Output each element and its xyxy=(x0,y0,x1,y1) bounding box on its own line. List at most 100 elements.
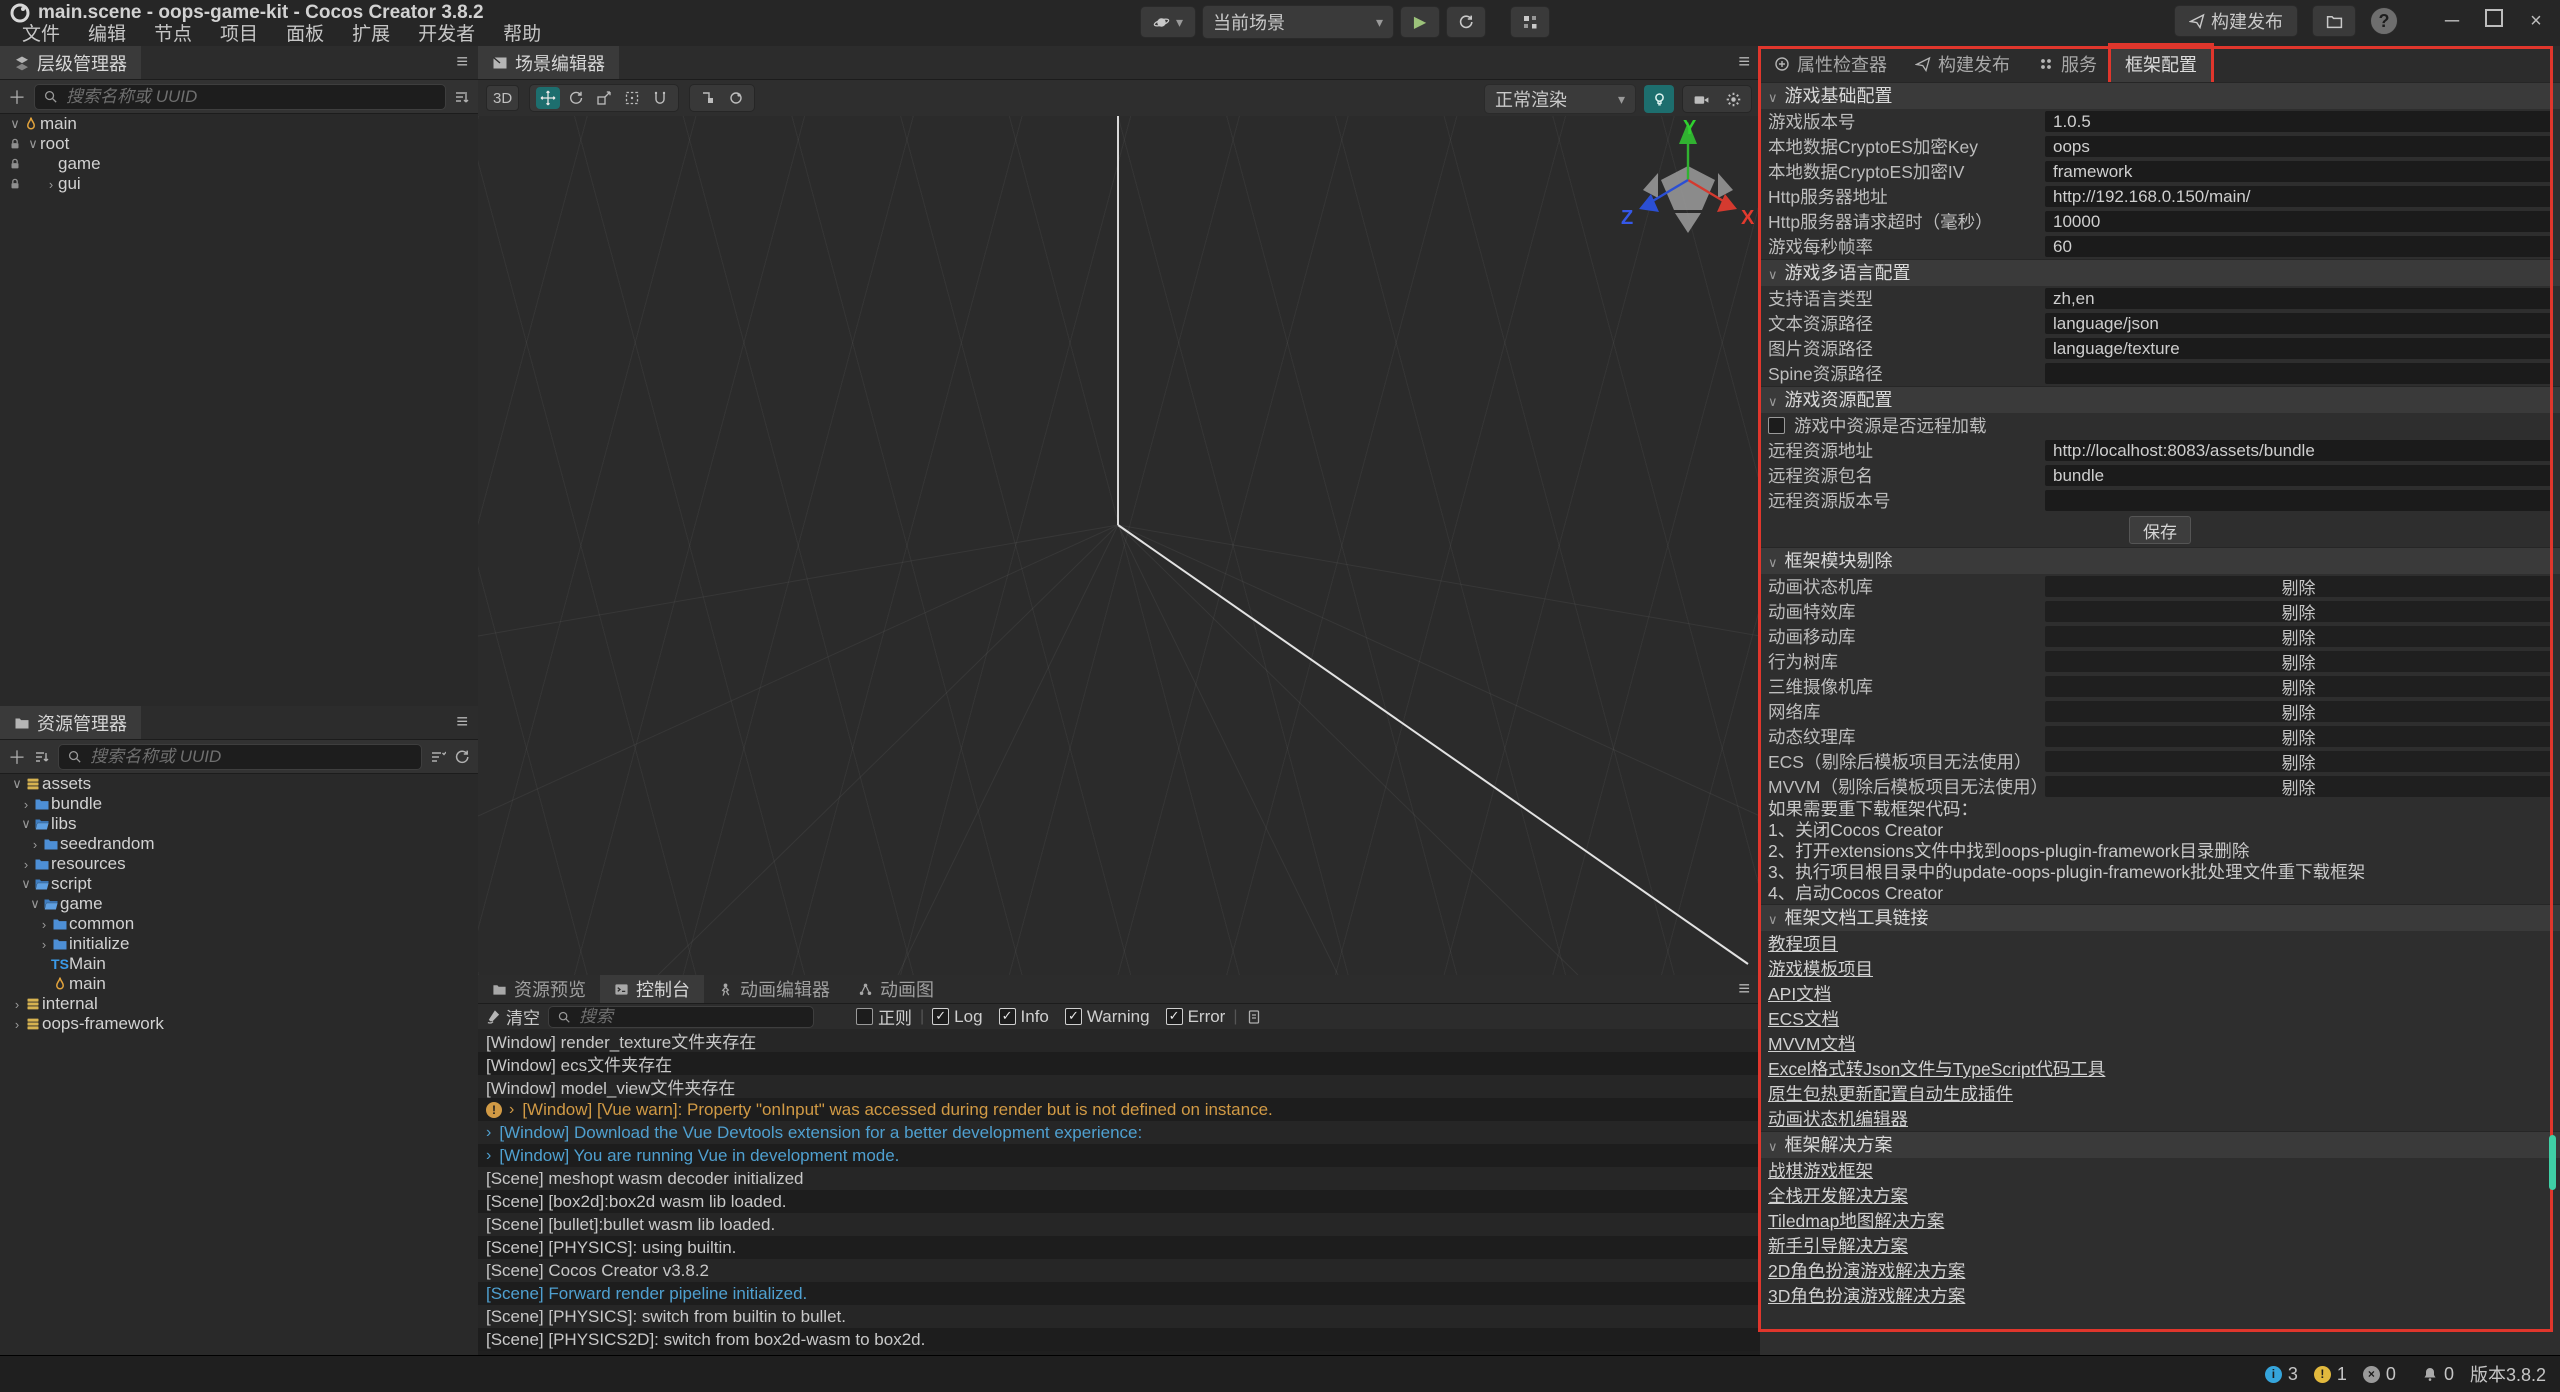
clear-console-button[interactable]: 清空 xyxy=(486,1004,540,1029)
log-filter-checkbox[interactable]: ✓Warning xyxy=(1065,1007,1150,1027)
tab-hierarchy[interactable]: 层级管理器 xyxy=(0,46,141,79)
section-header[interactable]: ∨框架模块剔除 xyxy=(1760,547,2560,574)
tree-node[interactable]: ›seedrandom xyxy=(0,834,478,854)
preview-target-button[interactable]: ▾ xyxy=(1140,6,1196,38)
doc-link[interactable]: MVVM文档 xyxy=(1760,1031,2560,1056)
move-tool-icon[interactable] xyxy=(536,87,560,109)
chevron-closed-icon[interactable]: › xyxy=(44,177,58,192)
tab-framework-config[interactable]: 框架配置 xyxy=(2111,46,2211,82)
chevron-open-icon[interactable]: ∨ xyxy=(19,816,33,832)
tree-node[interactable]: main xyxy=(0,974,478,994)
filter-icon[interactable] xyxy=(454,89,470,105)
field-input[interactable] xyxy=(2045,161,2552,182)
scene-select[interactable]: 当前场景 ▾ xyxy=(1202,5,1394,39)
error-count[interactable]: × 0 xyxy=(2363,1364,2396,1385)
field-input[interactable] xyxy=(2045,490,2552,511)
field-input[interactable] xyxy=(2045,338,2552,359)
remove-module-button[interactable]: 剔除 xyxy=(2045,651,2552,672)
log-row[interactable]: ›[Window] Download the Vue Devtools exte… xyxy=(478,1121,1760,1144)
expand-icon[interactable]: › xyxy=(509,1101,514,1119)
console-tab[interactable]: 动画图 xyxy=(844,975,948,1003)
doc-link[interactable]: 原生包热更新配置自动生成插件 xyxy=(1760,1081,2560,1106)
field-input[interactable] xyxy=(2045,111,2552,132)
doc-link[interactable]: Excel格式转Json文件与TypeScript代码工具 xyxy=(1760,1056,2560,1081)
doc-link[interactable]: 全栈开发解决方案 xyxy=(1760,1183,2560,1208)
doc-link[interactable]: API文档 xyxy=(1760,981,2560,1006)
console-tab[interactable]: 动画编辑器 xyxy=(704,975,844,1003)
remove-module-button[interactable]: 剔除 xyxy=(2045,701,2552,722)
menu-item[interactable]: 开发者 xyxy=(406,24,487,46)
section-header[interactable]: ∨游戏资源配置 xyxy=(1760,386,2560,413)
scale-tool-icon[interactable] xyxy=(592,87,616,109)
log-row[interactable]: [Scene] [PHYSICS]: switch from builtin t… xyxy=(478,1305,1760,1328)
info-count[interactable]: i 3 xyxy=(2265,1364,2298,1385)
tree-node[interactable]: ∨libs xyxy=(0,814,478,834)
tab-assets[interactable]: 资源管理器 xyxy=(0,706,141,739)
log-row[interactable]: [Window] ecs文件夹存在 xyxy=(478,1052,1760,1075)
doc-link[interactable]: 新手引导解决方案 xyxy=(1760,1233,2560,1258)
log-row[interactable]: [Scene] [PHYSICS2D]: switch from box2d-w… xyxy=(478,1328,1760,1351)
sort-icon[interactable] xyxy=(34,749,50,765)
inspector-tab[interactable]: 服务 xyxy=(2024,46,2111,82)
axis-gizmo[interactable]: Y X Z xyxy=(1613,118,1760,248)
chevron-open-icon[interactable]: ∨ xyxy=(19,876,33,892)
menu-item[interactable]: 节点 xyxy=(142,24,204,46)
log-row[interactable]: !›[Window] [Vue warn]: Property "onInput… xyxy=(478,1098,1760,1121)
chevron-closed-icon[interactable]: › xyxy=(28,837,42,852)
field-input[interactable] xyxy=(2045,313,2552,334)
rect-tool-icon[interactable] xyxy=(620,87,644,109)
warning-count[interactable]: ! 1 xyxy=(2314,1364,2347,1385)
collapse-log-icon[interactable] xyxy=(1246,1009,1262,1025)
open-project-folder-button[interactable] xyxy=(2312,5,2356,37)
doc-link[interactable]: Tiledmap地图解决方案 xyxy=(1760,1208,2560,1233)
section-header[interactable]: ∨游戏基础配置 xyxy=(1760,82,2560,109)
field-input[interactable] xyxy=(2045,288,2552,309)
chevron-open-icon[interactable]: ∨ xyxy=(10,776,24,792)
doc-link[interactable]: 2D角色扮演游戏解决方案 xyxy=(1760,1258,2560,1283)
chevron-closed-icon[interactable]: › xyxy=(37,917,51,932)
log-row[interactable]: [Scene] Cocos Creator v3.8.2 xyxy=(478,1259,1760,1282)
remove-module-button[interactable]: 剔除 xyxy=(2045,751,2552,772)
doc-link[interactable]: 教程项目 xyxy=(1760,931,2560,956)
regex-checkbox[interactable]: 正则 xyxy=(856,1004,912,1029)
play-button[interactable]: ▶ xyxy=(1400,6,1440,38)
add-asset-button[interactable]: ＋ xyxy=(8,744,26,770)
remove-module-button[interactable]: 剔除 xyxy=(2045,676,2552,697)
console-search[interactable] xyxy=(548,1006,814,1028)
gizmo-2d-tool-icon[interactable] xyxy=(648,87,672,109)
panel-menu-icon[interactable]: ≡ xyxy=(456,706,468,739)
field-input[interactable] xyxy=(2045,211,2552,232)
tree-node[interactable]: ∨assets xyxy=(0,774,478,794)
remove-module-button[interactable]: 剔除 xyxy=(2045,601,2552,622)
doc-link[interactable]: 战棋游戏框架 xyxy=(1760,1158,2560,1183)
assets-search[interactable] xyxy=(58,744,422,770)
expand-icon[interactable]: › xyxy=(486,1124,491,1142)
console-tab[interactable]: 控制台 xyxy=(600,975,704,1003)
console-tab[interactable]: 资源预览 xyxy=(478,975,600,1003)
build-publish-button[interactable]: 构建发布 xyxy=(2174,5,2298,37)
remove-module-button[interactable]: 剔除 xyxy=(2045,776,2552,797)
close-button[interactable]: × xyxy=(2522,10,2550,33)
tree-node[interactable]: ›internal xyxy=(0,994,478,1014)
menu-item[interactable]: 扩展 xyxy=(340,24,402,46)
layout-grid-button[interactable] xyxy=(1510,6,1550,38)
section-header[interactable]: ∨游戏多语言配置 xyxy=(1760,259,2560,286)
remove-module-button[interactable]: 剔除 xyxy=(2045,576,2552,597)
tree-node[interactable]: ›bundle xyxy=(0,794,478,814)
pivot-snap-icon[interactable] xyxy=(696,87,720,109)
doc-link[interactable]: ECS文档 xyxy=(1760,1006,2560,1031)
inspector-tab[interactable]: 属性检查器 xyxy=(1760,46,1901,82)
chevron-closed-icon[interactable]: › xyxy=(10,1017,24,1032)
panel-menu-icon[interactable]: ≡ xyxy=(456,46,468,79)
chevron-open-icon[interactable]: ∨ xyxy=(8,116,22,132)
tree-node[interactable]: ›oops-framework xyxy=(0,1014,478,1034)
tree-node[interactable]: ›resources xyxy=(0,854,478,874)
refresh-icon[interactable] xyxy=(454,749,470,765)
chevron-open-icon[interactable]: ∨ xyxy=(28,896,42,912)
rotate-tool-icon[interactable] xyxy=(564,87,588,109)
field-input[interactable] xyxy=(2045,186,2552,207)
save-button[interactable]: 保存 xyxy=(2129,516,2191,544)
log-filter-checkbox[interactable]: ✓Error xyxy=(1166,1007,1226,1027)
chevron-open-icon[interactable]: ∨ xyxy=(26,136,40,152)
field-input[interactable] xyxy=(2045,236,2552,257)
